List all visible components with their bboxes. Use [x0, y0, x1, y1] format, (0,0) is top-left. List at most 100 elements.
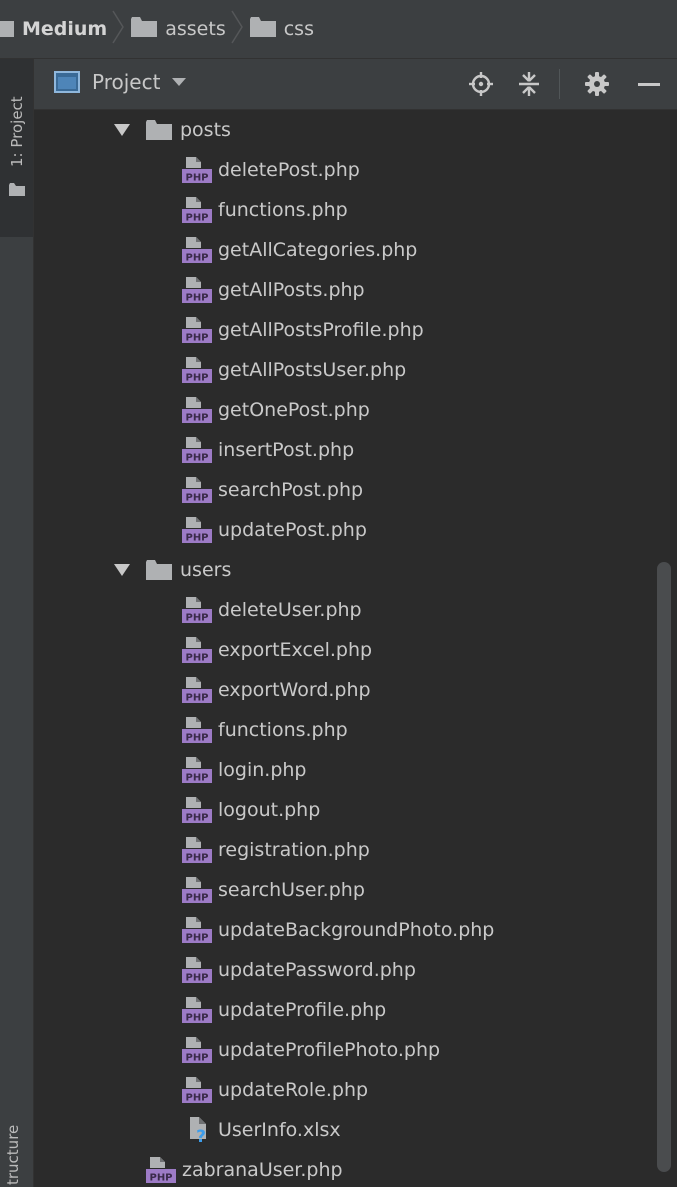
tree-file-row[interactable]: PHP updateRole.php: [34, 1070, 652, 1110]
svg-text:PHP: PHP: [185, 293, 208, 304]
tree-file-row[interactable]: PHP getOnePost.php: [34, 390, 652, 430]
tree-file-row[interactable]: PHP getAllPosts.php: [34, 270, 652, 310]
tree-item-label: updatePassword.php: [218, 959, 416, 981]
settings-button[interactable]: [579, 59, 615, 109]
svg-text:PHP: PHP: [185, 413, 208, 424]
expand-arrow-icon[interactable]: [112, 120, 132, 140]
php-file-icon: PHP: [182, 957, 212, 983]
tree-file-row[interactable]: PHP insertPost.php: [34, 430, 652, 470]
svg-text:PHP: PHP: [185, 653, 208, 664]
project-window-icon: [54, 71, 80, 93]
tree-file-row[interactable]: PHP searchUser.php: [34, 870, 652, 910]
tree-file-row[interactable]: PHP updateProfilePhoto.php: [34, 1030, 652, 1070]
tree-item-label: getAllPostsUser.php: [218, 359, 407, 381]
locate-button[interactable]: [463, 59, 499, 109]
tree-file-row[interactable]: ? UserInfo.xlsx: [34, 1110, 652, 1150]
php-file-icon: PHP: [182, 637, 212, 663]
tree-file-row[interactable]: PHP logout.php: [34, 790, 652, 830]
tree-folder-row[interactable]: posts: [34, 110, 652, 150]
tree-item-label: logout.php: [218, 799, 321, 821]
hide-icon: [638, 83, 660, 86]
php-file-icon: PHP: [182, 1077, 212, 1103]
folder-icon: [0, 20, 14, 37]
breadcrumb-item[interactable]: css: [249, 0, 314, 58]
tree-item-label: exportExcel.php: [218, 639, 373, 661]
tree-item-label: getAllCategories.php: [218, 239, 418, 261]
svg-text:PHP: PHP: [185, 253, 208, 264]
svg-text:PHP: PHP: [185, 813, 208, 824]
tree-item-label: UserInfo.xlsx: [218, 1119, 341, 1141]
tree-file-row[interactable]: PHP login.php: [34, 750, 652, 790]
tree-item-label: functions.php: [218, 199, 348, 221]
svg-text:PHP: PHP: [185, 333, 208, 344]
project-tree[interactable]: posts PHP deletePost.php PHP functions.php PH…: [34, 110, 652, 1187]
tree-file-row[interactable]: PHP updateBackgroundPhoto.php: [34, 910, 652, 950]
project-tool-label: 1: Project: [8, 96, 26, 167]
folder-icon: [249, 16, 276, 37]
php-file-icon: PHP: [182, 677, 212, 703]
hide-button[interactable]: [630, 59, 666, 109]
tree-file-row[interactable]: PHP functions.php: [34, 190, 652, 230]
php-file-icon: PHP: [182, 757, 212, 783]
structure-tool-button[interactable]: tructure: [0, 1085, 33, 1185]
tree-file-row[interactable]: PHP deletePost.php: [34, 150, 652, 190]
php-file-icon: PHP: [182, 397, 212, 423]
tree-file-row[interactable]: PHP exportExcel.php: [34, 630, 652, 670]
tree-item-label: deleteUser.php: [218, 599, 362, 621]
project-view-selector[interactable]: Project: [54, 70, 187, 94]
tree-item-label: exportWord.php: [218, 679, 371, 701]
tree-file-row[interactable]: PHP searchPost.php: [34, 470, 652, 510]
svg-text:PHP: PHP: [185, 973, 208, 984]
tree-item-label: updatePost.php: [218, 519, 367, 541]
php-file-icon: PHP: [182, 317, 212, 343]
tree-folder-row[interactable]: users: [34, 550, 652, 590]
scrollbar-thumb[interactable]: [657, 562, 671, 1172]
tree-file-row[interactable]: PHP exportWord.php: [34, 670, 652, 710]
tree-file-row[interactable]: PHP updatePost.php: [34, 510, 652, 550]
svg-text:PHP: PHP: [185, 893, 208, 904]
svg-text:PHP: PHP: [185, 453, 208, 464]
expand-arrow-icon[interactable]: [112, 560, 132, 580]
tree-file-row[interactable]: PHP functions.php: [34, 710, 652, 750]
folder-icon: [131, 16, 158, 37]
php-file-icon: PHP: [182, 837, 212, 863]
tree-item-label: getAllPostsProfile.php: [218, 319, 424, 341]
php-file-icon: PHP: [182, 277, 212, 303]
project-tool-button[interactable]: 1: Project: [0, 59, 33, 237]
tree-file-row[interactable]: PHP updateProfile.php: [34, 990, 652, 1030]
svg-text:PHP: PHP: [185, 853, 208, 864]
php-file-icon: PHP: [182, 357, 212, 383]
svg-text:PHP: PHP: [185, 733, 208, 744]
tree-file-row[interactable]: PHP zabranaUser.php: [34, 1150, 652, 1187]
php-file-icon: PHP: [182, 1037, 212, 1063]
tree-item-label: registration.php: [218, 839, 370, 861]
chevron-down-icon: [172, 78, 187, 86]
tree-item-label: searchPost.php: [218, 479, 364, 501]
tree-file-row[interactable]: PHP registration.php: [34, 830, 652, 870]
svg-text:PHP: PHP: [185, 933, 208, 944]
tree-item-label: searchUser.php: [218, 879, 365, 901]
php-file-icon: PHP: [182, 717, 212, 743]
project-tool-window-header: Project: [34, 59, 677, 110]
php-file-icon: PHP: [182, 197, 212, 223]
tree-file-row[interactable]: PHP getAllPostsProfile.php: [34, 310, 652, 350]
php-file-icon: PHP: [182, 477, 212, 503]
tree-item-label: getOnePost.php: [218, 399, 370, 421]
php-file-icon: PHP: [146, 1157, 176, 1183]
svg-text:?: ?: [196, 1127, 206, 1143]
tree-file-row[interactable]: PHP updatePassword.php: [34, 950, 652, 990]
tree-file-row[interactable]: PHP getAllPostsUser.php: [34, 350, 652, 390]
svg-text:PHP: PHP: [185, 173, 208, 184]
tree-item-label: posts: [180, 119, 231, 141]
folder-icon: [146, 120, 172, 140]
breadcrumb-item[interactable]: assets: [131, 0, 226, 58]
breadcrumb-folder-icon: [131, 16, 158, 42]
collapse-all-button[interactable]: [511, 59, 547, 109]
breadcrumb-item[interactable]: Medium: [0, 0, 107, 58]
tree-item-label: updateBackgroundPhoto.php: [218, 919, 495, 941]
svg-text:PHP: PHP: [185, 773, 208, 784]
php-file-icon: PHP: [182, 597, 212, 623]
tree-file-row[interactable]: PHP deleteUser.php: [34, 590, 652, 630]
tree-file-row[interactable]: PHP getAllCategories.php: [34, 230, 652, 270]
tree-item-label: deletePost.php: [218, 159, 360, 181]
